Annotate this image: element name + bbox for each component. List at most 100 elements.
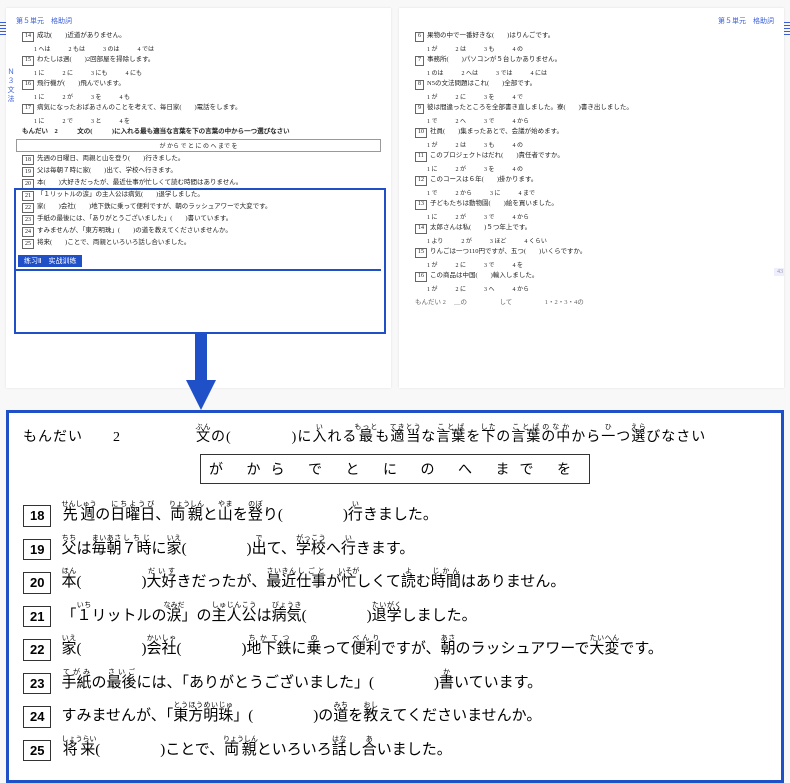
zoom-number: 18 bbox=[23, 505, 51, 527]
choice: 3 を bbox=[91, 92, 102, 101]
choice: 4 の bbox=[513, 44, 524, 53]
question-line: 20本( )大好きだったが、最近仕事が忙しくて読む時間はありません。 bbox=[22, 179, 381, 189]
choice: 3 に bbox=[490, 188, 501, 197]
choice: 2 が bbox=[456, 212, 467, 221]
choices-row: 1 に2 で3 と4 を bbox=[34, 116, 381, 125]
question-line: 16この商品は中国( )輸入しました。 bbox=[415, 272, 774, 282]
choices-row: 1 より2 が3 ほど4 くらい bbox=[427, 236, 774, 245]
choice: 4 から bbox=[513, 212, 530, 221]
choice: 4 には bbox=[531, 68, 548, 77]
zoom-panel: もんだい 2 文ぶんの( )に入いれる最もっとも適当てきとうな言葉ことばを下した… bbox=[6, 410, 784, 783]
choice: 3 にも bbox=[91, 68, 108, 77]
choices-row: 1 へは2 もは3 のは4 では bbox=[34, 44, 381, 53]
choice: 3 ほど bbox=[490, 236, 507, 245]
choice: 1 に bbox=[34, 92, 45, 101]
question-line: 6果物の中で一番好きな( )はりんごです。 bbox=[415, 32, 774, 42]
choice: 4 まで bbox=[519, 188, 536, 197]
question-line: 18先週の日曜日、両親と山を登り( )行きました。 bbox=[22, 155, 381, 165]
zoom-number: 21 bbox=[23, 606, 51, 628]
zoom-question: 20本ほん( )大好だいすきだったが、最近さいきん仕事しごとが忙いそがしくて読よ… bbox=[23, 567, 767, 594]
choices-row: 1 に2 に3 にも4 にも bbox=[34, 68, 381, 77]
question-number: 17 bbox=[22, 104, 34, 114]
choice: 1 が bbox=[427, 284, 438, 293]
question-number: 22 bbox=[22, 203, 34, 213]
choices-row: 1 に2 が3 を4 も bbox=[34, 92, 381, 101]
choices-row: 1 のは2 へは3 では4 には bbox=[427, 68, 774, 77]
choice: 4 で bbox=[513, 92, 524, 101]
question-number: 14 bbox=[415, 224, 427, 234]
question-number: 23 bbox=[22, 215, 34, 225]
left-header: 第５単元 格助詞 bbox=[16, 16, 381, 26]
options-small: が から で と に の へ まで を bbox=[16, 139, 381, 152]
question-number: 25 bbox=[22, 239, 34, 249]
question-line: 22家( )会社( )地下鉄に乗って便利ですが、朝のラッシュアワーで大変です。 bbox=[22, 203, 381, 213]
question-number: 19 bbox=[22, 167, 34, 177]
question-number: 20 bbox=[22, 179, 34, 189]
zoom-question: 22家いえ( )会社かいしゃ( )地下鉄ちかてつに乗のって便利べんりですが、朝あ… bbox=[23, 634, 767, 661]
choices-row: 1 で2 へ3 で4 から bbox=[427, 116, 774, 125]
choice: 4 の bbox=[513, 164, 524, 173]
zoom-number: 23 bbox=[23, 673, 51, 695]
question-number: 21 bbox=[22, 191, 34, 201]
right-header: 第５単元 格助詞 bbox=[409, 16, 774, 26]
question-number: 8 bbox=[415, 80, 424, 90]
section2-head: もんだい 2 文の( )に入れる最も適当な言葉を下の言葉の中から一つ選びなさい bbox=[22, 128, 381, 136]
zoom-question: 19父ちちは毎朝まいあさ７時しちじに家いえ( )出でて、学校がっこうへ行いきます… bbox=[23, 534, 767, 561]
question-line: 7事務所( )パソコンが５台しかありません。 bbox=[415, 56, 774, 66]
choice: 2 へ bbox=[456, 116, 467, 125]
choice: 2 で bbox=[63, 116, 74, 125]
left-page: 第５単元 格助詞 Ｎ３文法 14成功( )近道がありません。1 へは2 もは3 … bbox=[6, 8, 391, 388]
question-line: 15りんごは一つ110円ですが、五つ( )いくらですか。 bbox=[415, 248, 774, 258]
side-label: Ｎ３文法 bbox=[6, 68, 16, 104]
zoom-question: 23手紙てがみの最後さいごには、「ありがとうございました」( )書かいています。 bbox=[23, 668, 767, 695]
choice: 2 が bbox=[63, 92, 74, 101]
choice: 1 で bbox=[427, 116, 438, 125]
choice: 2 は bbox=[456, 140, 467, 149]
question-line: 12このコースは６年( )掛かります。 bbox=[415, 176, 774, 186]
question-line: 19父は毎朝７時に家( )出て、学校へ行きます。 bbox=[22, 167, 381, 177]
choice: 4 にも bbox=[126, 68, 143, 77]
options-box: が から で と に の へ まで を bbox=[200, 454, 590, 484]
question-line: 10社員( )集まったあとで、会議が始めます。 bbox=[415, 128, 774, 138]
choice: 3 では bbox=[496, 68, 513, 77]
question-number: 16 bbox=[22, 80, 34, 90]
choices-row: 1 に2 が3 で4 から bbox=[427, 212, 774, 221]
choice: 1 に bbox=[427, 164, 438, 173]
choice: 4 を bbox=[120, 116, 131, 125]
zoom-question: 24すみませんが、「東方明珠とうほうめいじゅ」( )の道みちを教おしえてください… bbox=[23, 701, 767, 728]
zoom-number: 25 bbox=[23, 740, 51, 762]
question-line: 21「１リットルの涙」の主人公は病気( )退学しました。 bbox=[22, 191, 381, 201]
question-line: 25将来( )ことで、両親といろいろ話し合いました。 bbox=[22, 239, 381, 249]
question-number: 7 bbox=[415, 56, 424, 66]
choice: 1 が bbox=[427, 44, 438, 53]
choice: 2 が bbox=[456, 164, 467, 173]
choice: 3 へ bbox=[484, 284, 495, 293]
choice: 1 が bbox=[427, 92, 438, 101]
choice: 3 のは bbox=[103, 44, 120, 53]
choice: 4 から bbox=[513, 116, 530, 125]
choice: 3 を bbox=[484, 92, 495, 101]
choice: 1 が bbox=[427, 260, 438, 269]
choice: 3 を bbox=[484, 164, 495, 173]
choices-row: 1 が2 に3 で4 を bbox=[427, 260, 774, 269]
zoom-number: 19 bbox=[23, 539, 51, 561]
choices-row: 1 に 2 が 3 を 4 の bbox=[427, 164, 774, 173]
question-line: 14太郎さんは私( )５つ年上です。 bbox=[415, 224, 774, 234]
question-number: 16 bbox=[415, 272, 427, 282]
choices-row: 1 が2 に3 へ4 から bbox=[427, 284, 774, 293]
choice: 1 へは bbox=[34, 44, 51, 53]
zoom-number: 24 bbox=[23, 706, 51, 728]
zoom-instruction: もんだい 2 文ぶんの( )に入いれる最もっとも適当てきとうな言葉ことばを下した… bbox=[23, 423, 767, 446]
question-line: 11このプロジェクトはだれ( )責任者ですか。 bbox=[415, 152, 774, 162]
question-number: 9 bbox=[415, 104, 424, 114]
choice: 3 も bbox=[484, 44, 495, 53]
choice: 2 に bbox=[456, 284, 467, 293]
zoom-arrow-icon bbox=[186, 332, 216, 410]
question-number: 15 bbox=[415, 248, 427, 258]
choices-row: 1 が2 に3 を4 で bbox=[427, 92, 774, 101]
zoom-number: 20 bbox=[23, 572, 51, 594]
choice: 2 へは bbox=[462, 68, 479, 77]
choice: 2 から bbox=[456, 188, 473, 197]
choice: 1 に bbox=[34, 116, 45, 125]
choice: 2 に bbox=[63, 68, 74, 77]
